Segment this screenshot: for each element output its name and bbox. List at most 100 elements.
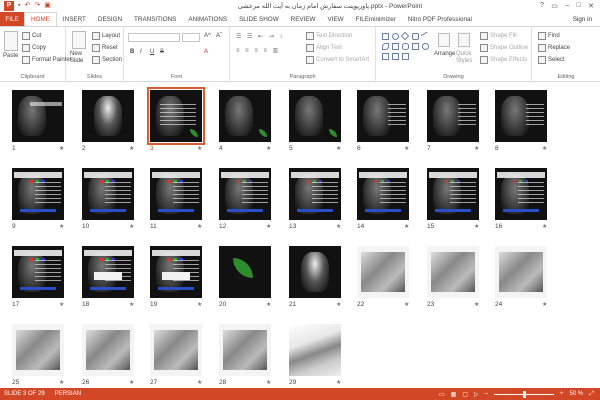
transition-star-icon[interactable]: ★ bbox=[404, 223, 409, 230]
redo-icon[interactable]: ↷ bbox=[34, 1, 40, 11]
transition-star-icon[interactable]: ★ bbox=[474, 145, 479, 152]
slide-thumbnail[interactable] bbox=[219, 246, 271, 298]
format-painter-button[interactable]: Format Painter bbox=[22, 56, 72, 64]
find-button[interactable]: Find bbox=[538, 32, 560, 40]
maximize-icon[interactable]: □ bbox=[577, 2, 581, 10]
slide-sorter[interactable]: 1 ★ 2 ★ 3 ★ 4 ★ 5 ★ 6 ★ 7 ★ 8 ★ 9 ★ 10 ★ 11 ★ 12 ★ 13 ★ 14 ★ 15 ★ 16 ★ 1… bbox=[0, 82, 600, 388]
reset-button[interactable]: Reset bbox=[92, 44, 118, 52]
slide-thumbnail[interactable] bbox=[427, 246, 479, 298]
slide-thumbnail[interactable] bbox=[289, 324, 341, 376]
transition-star-icon[interactable]: ★ bbox=[197, 145, 202, 152]
slide-thumbnail[interactable] bbox=[82, 90, 134, 142]
start-from-beginning-icon[interactable]: ▣ bbox=[44, 1, 51, 11]
new-slide-icon[interactable] bbox=[72, 31, 86, 49]
layout-button[interactable]: Layout bbox=[92, 32, 120, 40]
slide-thumbnail[interactable] bbox=[495, 168, 547, 220]
tab-fileminimizer[interactable]: FILEminimizer bbox=[350, 12, 402, 26]
fit-slide-icon[interactable]: ⤢ bbox=[589, 391, 594, 398]
select-button[interactable]: Select bbox=[538, 56, 565, 64]
shape-diamond-icon[interactable] bbox=[400, 31, 410, 41]
ribbon-display-icon[interactable]: ▭ bbox=[551, 2, 558, 10]
slide-thumbnail[interactable] bbox=[147, 87, 205, 145]
slide-thumbnail[interactable] bbox=[219, 90, 271, 142]
tab-home[interactable]: HOME bbox=[24, 12, 57, 26]
transition-star-icon[interactable]: ★ bbox=[404, 301, 409, 308]
tab-slide-show[interactable]: SLIDE SHOW bbox=[233, 12, 285, 26]
shape-effects-button[interactable]: Shape Effects bbox=[480, 56, 527, 64]
slide-thumbnail[interactable] bbox=[82, 324, 134, 376]
slide-thumbnail[interactable] bbox=[427, 168, 479, 220]
save-icon[interactable]: ▪ bbox=[18, 1, 20, 11]
section-button[interactable]: Section bbox=[92, 56, 122, 64]
convert-smartart-button[interactable]: Convert to SmartArt bbox=[306, 56, 369, 64]
transition-star-icon[interactable]: ★ bbox=[266, 379, 271, 386]
slide-thumbnail[interactable] bbox=[12, 246, 64, 298]
help-icon[interactable]: ? bbox=[540, 2, 544, 10]
tab-transitions[interactable]: TRANSITIONS bbox=[128, 12, 182, 26]
slide-thumbnail[interactable] bbox=[150, 246, 202, 298]
transition-star-icon[interactable]: ★ bbox=[59, 145, 64, 152]
italic-button[interactable]: I bbox=[140, 49, 142, 55]
transition-star-icon[interactable]: ★ bbox=[542, 145, 547, 152]
slideshow-view-icon[interactable]: ▷ bbox=[474, 391, 479, 398]
shrink-font-icon[interactable]: Aˇ bbox=[216, 33, 222, 39]
sign-in-link[interactable]: Sign in bbox=[573, 12, 600, 26]
close-icon[interactable]: ✕ bbox=[588, 2, 594, 10]
slide-thumbnail[interactable] bbox=[150, 168, 202, 220]
slide-thumbnail[interactable] bbox=[12, 90, 64, 142]
transition-star-icon[interactable]: ★ bbox=[59, 223, 64, 230]
slide-thumbnail[interactable] bbox=[12, 168, 64, 220]
tab-review[interactable]: REVIEW bbox=[285, 12, 322, 26]
shape-line-icon[interactable] bbox=[420, 31, 431, 42]
slide-thumbnail[interactable] bbox=[150, 324, 202, 376]
tab-nitro-pdf[interactable]: Nitro PDF Professional bbox=[402, 12, 478, 26]
shape-arrow-icon[interactable] bbox=[382, 43, 389, 50]
font-size-box[interactable] bbox=[182, 33, 200, 42]
shape-block-arrow-icon[interactable] bbox=[402, 53, 409, 60]
font-name-box[interactable] bbox=[128, 33, 180, 42]
shape-fill-button[interactable]: Shape Fill bbox=[480, 32, 517, 40]
transition-star-icon[interactable]: ★ bbox=[129, 301, 134, 308]
shape-outline-button[interactable]: Shape Outline bbox=[480, 44, 528, 52]
shape-brace-icon[interactable] bbox=[382, 53, 389, 60]
shape-callout-icon[interactable] bbox=[402, 43, 409, 50]
font-color-button[interactable]: A bbox=[204, 49, 208, 55]
grow-font-icon[interactable]: A^ bbox=[204, 33, 211, 39]
shape-triangle-icon[interactable] bbox=[392, 43, 399, 50]
slide-thumbnail[interactable] bbox=[289, 90, 341, 142]
transition-star-icon[interactable]: ★ bbox=[129, 223, 134, 230]
tab-animations[interactable]: ANIMATIONS bbox=[182, 12, 233, 26]
transition-star-icon[interactable]: ★ bbox=[59, 301, 64, 308]
transition-star-icon[interactable]: ★ bbox=[59, 379, 64, 386]
cut-button[interactable]: Cut bbox=[22, 32, 41, 40]
transition-star-icon[interactable]: ★ bbox=[266, 223, 271, 230]
shape-rect-icon[interactable] bbox=[382, 33, 389, 40]
tab-file[interactable]: FILE bbox=[0, 12, 24, 26]
zoom-slider-thumb[interactable] bbox=[522, 390, 526, 398]
copy-button[interactable]: Copy bbox=[22, 44, 46, 52]
undo-icon[interactable]: ↶ bbox=[24, 1, 30, 11]
transition-star-icon[interactable]: ★ bbox=[336, 301, 341, 308]
new-slide-button[interactable]: New Slide bbox=[70, 51, 92, 65]
strikethrough-button[interactable]: S bbox=[160, 49, 164, 55]
slide-thumbnail[interactable] bbox=[427, 90, 479, 142]
slide-thumbnail[interactable] bbox=[219, 324, 271, 376]
slide-thumbnail[interactable] bbox=[357, 246, 409, 298]
replace-button[interactable]: Replace bbox=[538, 44, 570, 52]
zoom-out-icon[interactable]: – bbox=[485, 391, 488, 397]
shape-bracket-icon[interactable] bbox=[392, 53, 399, 60]
zoom-in-icon[interactable]: + bbox=[560, 391, 564, 397]
slide-thumbnail[interactable] bbox=[289, 168, 341, 220]
tab-design[interactable]: DESIGN bbox=[92, 12, 128, 26]
minimize-icon[interactable]: – bbox=[565, 2, 569, 10]
arrange-button[interactable]: Arrange bbox=[434, 51, 455, 57]
transition-star-icon[interactable]: ★ bbox=[266, 301, 271, 308]
transition-star-icon[interactable]: ★ bbox=[129, 379, 134, 386]
slide-sorter-view-icon[interactable]: ▦ bbox=[451, 391, 457, 398]
normal-view-icon[interactable]: ▭ bbox=[439, 391, 445, 398]
slide-thumbnail[interactable] bbox=[495, 246, 547, 298]
slide-thumbnail[interactable] bbox=[82, 168, 134, 220]
slide-thumbnail[interactable] bbox=[357, 168, 409, 220]
slide-thumbnail[interactable] bbox=[289, 246, 341, 298]
arrange-icon[interactable] bbox=[438, 33, 450, 47]
